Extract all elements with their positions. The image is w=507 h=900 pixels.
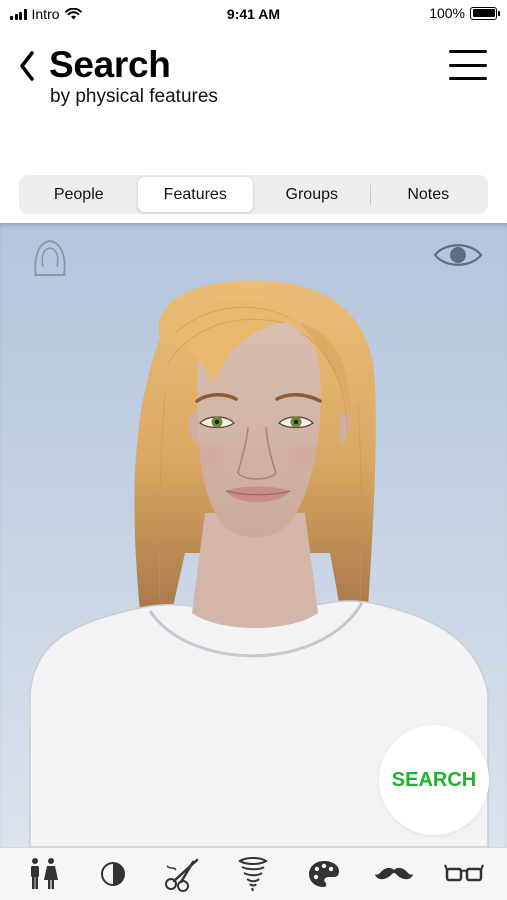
search-button[interactable]: SEARCH <box>379 725 489 835</box>
tab-features[interactable]: Features <box>137 177 253 212</box>
hair-type-button[interactable] <box>227 852 279 896</box>
battery-icon <box>470 6 500 20</box>
segmented-control: People Features Groups Notes <box>19 175 488 214</box>
menu-button[interactable] <box>449 50 487 80</box>
eye-icon[interactable] <box>433 239 483 271</box>
mustache-icon <box>374 867 413 880</box>
hamburger-menu-icon <box>449 50 487 53</box>
tab-groups[interactable]: Groups <box>254 177 370 212</box>
battery-level <box>472 9 495 17</box>
tornado-icon <box>238 857 269 892</box>
hijab-icon[interactable] <box>28 235 72 279</box>
glasses-icon <box>443 864 484 882</box>
status-right: 100% <box>429 5 500 21</box>
page-subtitle: by physical features <box>50 86 218 107</box>
glasses-button[interactable] <box>438 852 490 896</box>
back-button[interactable] <box>14 46 40 86</box>
tab-notes[interactable]: Notes <box>371 177 487 212</box>
status-bar: Intro 9:41 AM 100% <box>0 0 507 28</box>
portrait-stage: SEARCH <box>0 223 507 847</box>
tab-people[interactable]: People <box>21 177 137 212</box>
palette-icon <box>308 861 339 887</box>
header: Search by physical features People Featu… <box>0 28 507 223</box>
bottom-toolbar <box>0 847 507 900</box>
chevron-left-icon <box>20 51 34 81</box>
contrast-icon <box>101 862 126 886</box>
facial-hair-button[interactable] <box>368 852 420 896</box>
scissors-button[interactable] <box>157 852 209 896</box>
gender-icon <box>31 858 59 889</box>
contrast-button[interactable] <box>87 852 139 896</box>
page-title: Search <box>49 44 171 85</box>
gender-button[interactable] <box>17 852 69 896</box>
scissors-icon <box>165 858 199 892</box>
battery-percent: 100% <box>429 5 465 21</box>
color-button[interactable] <box>298 852 350 896</box>
